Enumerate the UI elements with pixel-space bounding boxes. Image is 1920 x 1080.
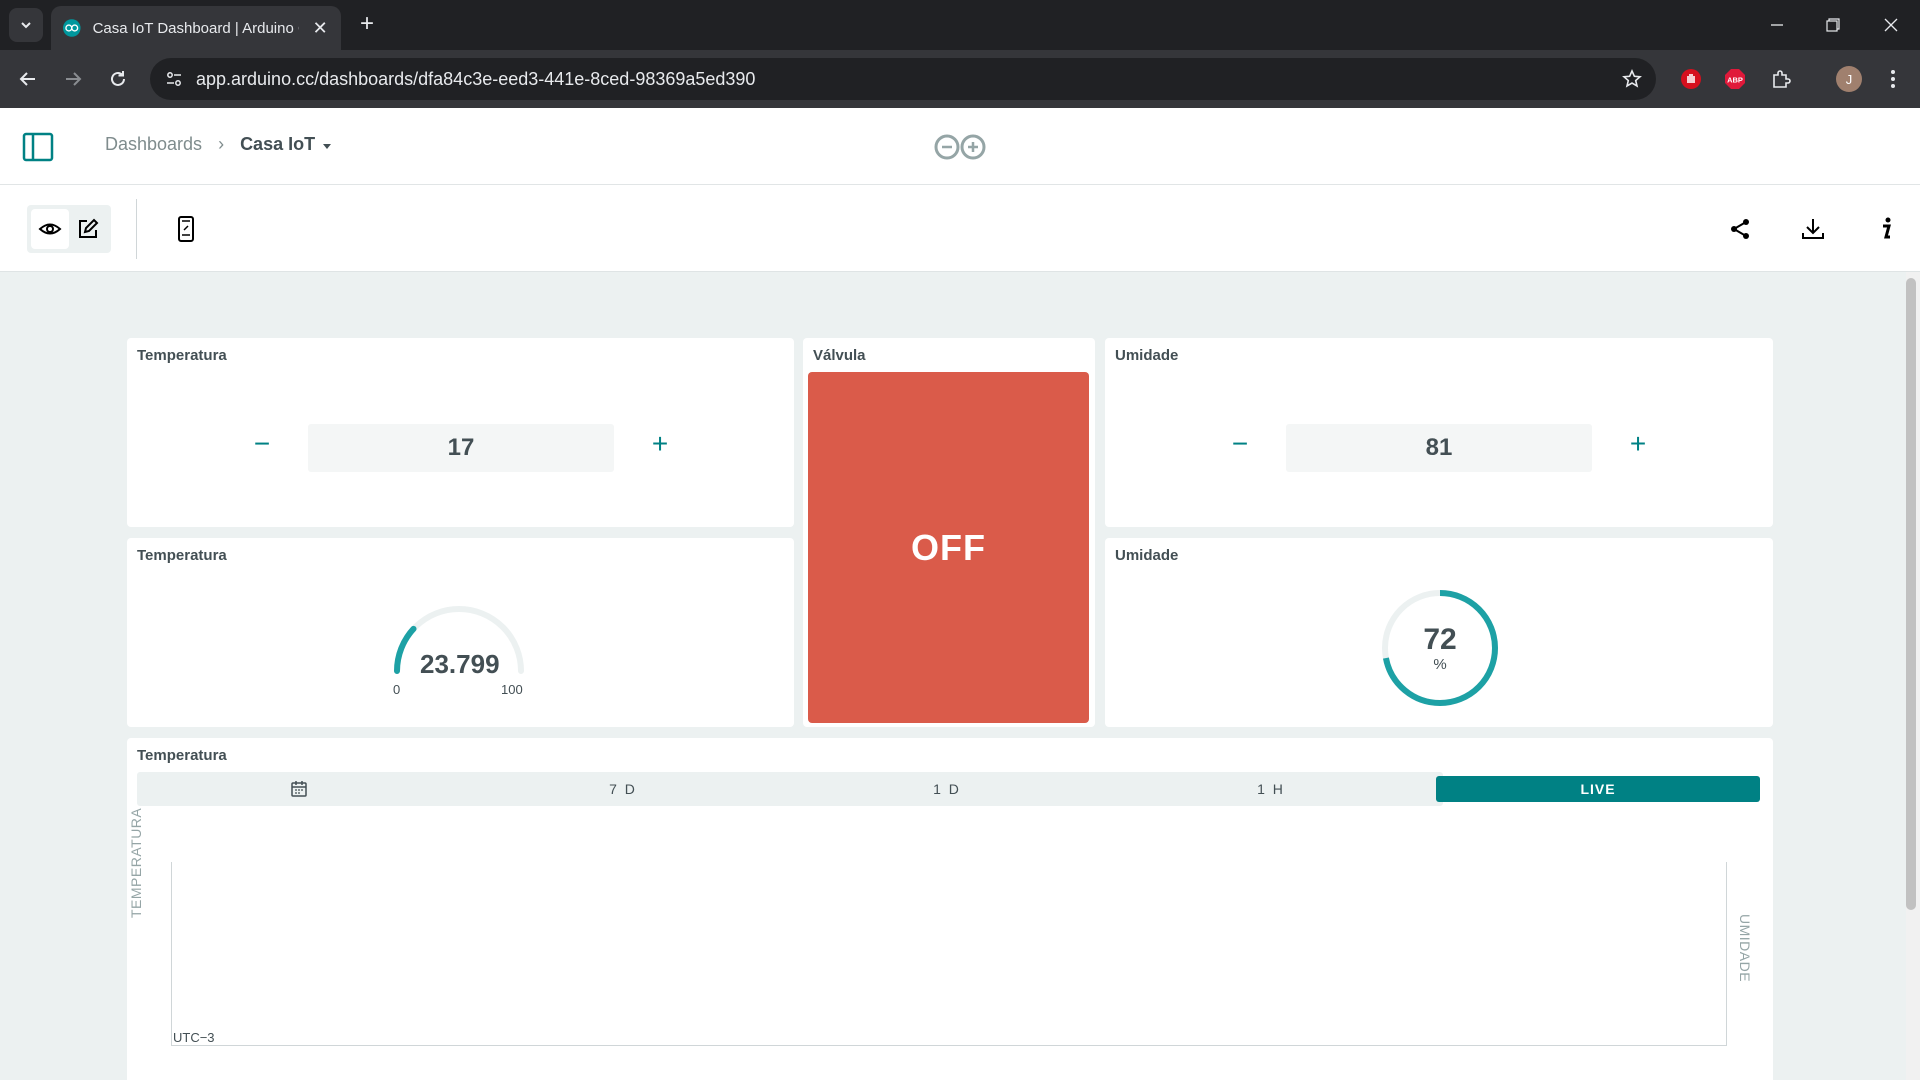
decrement-button[interactable]: − — [1225, 430, 1255, 460]
edit-mode-button[interactable] — [69, 209, 107, 249]
eye-icon — [38, 223, 62, 235]
info-icon — [1883, 217, 1891, 239]
widget-temperature-stepper: Temperatura − 17 + — [127, 338, 794, 527]
calendar-icon — [291, 781, 307, 797]
chevron-down-icon — [21, 22, 31, 29]
widget-temperature-gauge: Temperatura 23.799 0 100 — [127, 538, 794, 727]
sidebar-toggle-icon[interactable] — [22, 131, 54, 163]
tab-close-icon[interactable]: ✕ — [311, 18, 329, 39]
caret-down-icon[interactable] — [323, 143, 332, 149]
gauge-max-label: 100 — [501, 682, 523, 697]
reload-icon — [111, 71, 125, 86]
stepper-value[interactable]: 81 — [1286, 424, 1592, 472]
range-7d-button[interactable]: 7 D — [461, 772, 785, 806]
download-button[interactable] — [1797, 213, 1829, 245]
view-edit-toggle — [27, 205, 111, 253]
arrow-left-icon — [19, 72, 35, 86]
profile-avatar[interactable]: J — [1836, 66, 1862, 92]
widget-title: Temperatura — [137, 347, 227, 364]
new-tab-button[interactable]: + — [354, 12, 380, 38]
site-info-icon[interactable] — [162, 67, 186, 91]
view-mode-button[interactable] — [31, 209, 69, 249]
minimize-icon — [1771, 24, 1783, 26]
widget-temperature-chart: Temperatura 7 D 1 D 1 H LIVE TEMPERATURA… — [127, 738, 1773, 1080]
browser-menu-icon[interactable] — [1882, 66, 1904, 92]
decrement-button[interactable]: − — [247, 430, 277, 460]
dashboard-canvas: Temperatura − 17 + Válvula OFF Umidade −… — [0, 272, 1906, 1080]
abp-label: ABP — [1727, 76, 1743, 85]
extension-stop-icon[interactable] — [1678, 66, 1704, 92]
scrollbar-thumb[interactable] — [1906, 278, 1916, 910]
mobile-phone-icon — [178, 216, 194, 242]
widget-title: Temperatura — [137, 547, 227, 564]
edit-icon — [79, 218, 99, 238]
address-bar[interactable]: app.arduino.cc/dashboards/dfa84c3e-eed3-… — [150, 58, 1656, 100]
percentage-unit: % — [1433, 656, 1447, 673]
share-button[interactable] — [1724, 213, 1756, 245]
valve-switch-button[interactable]: OFF — [808, 372, 1089, 723]
minimize-button[interactable] — [1762, 10, 1792, 40]
widget-title: Umidade — [1115, 347, 1179, 364]
tab-title: Casa IoT Dashboard | Arduino C — [92, 19, 300, 37]
widget-title: Válvula — [813, 347, 866, 364]
reload-button[interactable] — [102, 63, 134, 95]
arduino-favicon-icon — [63, 19, 81, 37]
gauge-fill — [394, 625, 417, 674]
mobile-view-button[interactable] — [170, 213, 202, 245]
restore-button[interactable] — [1818, 10, 1848, 40]
adblock-plus-icon[interactable]: ABP — [1722, 66, 1748, 92]
y-axis-right-label: UMIDADE — [1737, 914, 1753, 983]
gauge-min-label: 0 — [393, 682, 401, 697]
timezone-label: UTC−3 — [173, 1030, 215, 1045]
close-window-button[interactable] — [1876, 10, 1906, 40]
dashboard-toolbar — [0, 185, 1920, 272]
arduino-logo — [934, 134, 986, 160]
range-1h-button[interactable]: 1 H — [1109, 772, 1433, 806]
widget-humidity-percentage: Umidade 72 % — [1105, 538, 1773, 727]
gauge-value: 23.799 — [420, 649, 500, 679]
time-range-selector: 7 D 1 D 1 H — [137, 772, 1443, 806]
browser-tab-strip: Casa IoT Dashboard | Arduino C ✕ + — [0, 0, 1920, 50]
switch-state-label: OFF — [911, 526, 986, 568]
chart-plot-area — [171, 862, 1727, 1046]
forward-button[interactable] — [57, 63, 89, 95]
download-icon — [1802, 219, 1824, 239]
browser-tab-active[interactable]: Casa IoT Dashboard | Arduino C ✕ — [51, 6, 341, 50]
browser-toolbar: app.arduino.cc/dashboards/dfa84c3e-eed3-… — [0, 50, 1920, 108]
arrow-right-icon — [66, 72, 82, 86]
range-live-button[interactable]: LIVE — [1436, 776, 1760, 802]
back-button[interactable] — [12, 63, 44, 95]
percentage-value: 72 — [1423, 623, 1457, 656]
range-1d-button[interactable]: 1 D — [785, 772, 1109, 806]
widget-title: Umidade — [1115, 547, 1179, 564]
restore-icon — [1826, 18, 1840, 32]
toolbar-divider — [136, 199, 137, 259]
breadcrumb: Dashboards › Casa IoT — [105, 134, 332, 155]
custom-range-button[interactable] — [137, 772, 461, 806]
url-text: app.arduino.cc/dashboards/dfa84c3e-eed3-… — [196, 69, 756, 89]
widget-valve-switch: Válvula OFF — [803, 338, 1095, 727]
close-icon — [1884, 18, 1898, 32]
increment-button[interactable]: + — [645, 430, 675, 460]
app-header: Dashboards › Casa IoT — [0, 108, 1920, 185]
y-axis-left-label: TEMPERATURA — [128, 807, 144, 918]
widget-humidity-stepper: Umidade − 81 + — [1105, 338, 1773, 527]
extensions-puzzle-icon[interactable] — [1768, 66, 1794, 92]
widget-title: Temperatura — [137, 747, 227, 764]
tab-search-button[interactable] — [9, 8, 43, 42]
increment-button[interactable]: + — [1623, 430, 1653, 460]
breadcrumb-dashboards-link[interactable]: Dashboards — [105, 134, 202, 155]
stepper-value[interactable]: 17 — [308, 424, 614, 472]
info-button[interactable] — [1870, 213, 1902, 245]
share-icon — [1731, 219, 1749, 239]
dashboard-name[interactable]: Casa IoT — [240, 134, 315, 155]
bookmark-star-icon[interactable] — [1620, 67, 1644, 91]
breadcrumb-separator: › — [218, 134, 225, 154]
